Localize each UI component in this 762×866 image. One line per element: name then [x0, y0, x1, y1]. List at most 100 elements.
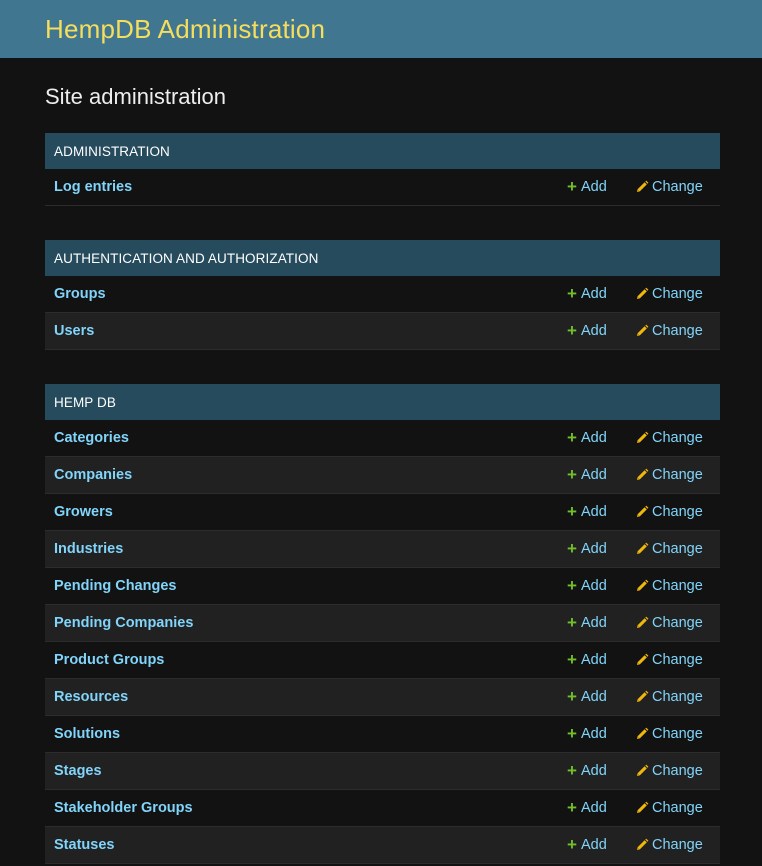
add-pending-companies-button[interactable]: + Add — [565, 613, 607, 632]
change-industries-button[interactable]: Change — [635, 541, 703, 557]
module-authentication-and-authorization: Authentication and Authorization Groups + A… — [45, 240, 720, 350]
change-product-groups-button[interactable]: Change — [635, 652, 703, 668]
change-stages-button[interactable]: Change — [635, 763, 703, 779]
model-link-stakeholder-groups[interactable]: Stakeholder Groups — [54, 800, 720, 816]
add-solutions-button[interactable]: + Add — [565, 725, 607, 742]
add-industries-button[interactable]: + Add — [565, 540, 607, 557]
change-label: Change — [652, 179, 703, 195]
model-row-pending-changes: Pending Changes + Add Change — [45, 568, 720, 605]
add-label: Add — [581, 179, 607, 195]
module-caption[interactable]: Authentication and Authorization — [45, 240, 720, 276]
add-label: Add — [581, 837, 607, 853]
module-caption[interactable]: Administration — [45, 133, 720, 169]
add-pending-changes-button[interactable]: + Add — [565, 576, 607, 595]
add-resources-button[interactable]: + Add — [565, 688, 607, 705]
change-pending-changes-button[interactable]: Change — [635, 578, 703, 594]
model-row-groups: Groups + Add Change — [45, 276, 720, 313]
change-label: Change — [652, 286, 703, 302]
model-row-resources: Resources + Add Change — [45, 679, 720, 716]
change-pending-companies-button[interactable]: Change — [635, 615, 703, 631]
change-label: Change — [652, 541, 703, 557]
model-link-pending-companies[interactable]: Pending Companies — [54, 615, 720, 631]
model-row-categories: Categories + Add Change — [45, 420, 720, 457]
pencil-icon — [635, 764, 649, 778]
change-categories-button[interactable]: Change — [635, 430, 703, 446]
model-link-product-groups[interactable]: Product Groups — [54, 652, 720, 668]
plus-icon: + — [567, 761, 577, 780]
change-stakeholder-groups-button[interactable]: Change — [635, 800, 703, 816]
model-link-stages[interactable]: Stages — [54, 763, 720, 779]
change-companies-button[interactable]: Change — [635, 467, 703, 483]
pencil-icon — [635, 653, 649, 667]
site-brand[interactable]: HempDB Administration — [45, 14, 325, 45]
add-label: Add — [581, 504, 607, 520]
add-label: Add — [581, 689, 607, 705]
change-statuses-button[interactable]: Change — [635, 837, 703, 853]
add-growers-button[interactable]: + Add — [565, 502, 607, 521]
plus-icon: + — [567, 502, 577, 521]
add-stakeholder-groups-button[interactable]: + Add — [565, 798, 607, 817]
change-label: Change — [652, 837, 703, 853]
pencil-icon — [635, 431, 649, 445]
change-label: Change — [652, 800, 703, 816]
pencil-icon — [635, 324, 649, 338]
model-row-pending-companies: Pending Companies + Add Change — [45, 605, 720, 642]
pencil-icon — [635, 468, 649, 482]
add-log-entries-button[interactable]: + Add — [565, 177, 607, 196]
model-row-stages: Stages + Add Change — [45, 753, 720, 790]
model-link-categories[interactable]: Categories — [54, 430, 720, 446]
pencil-icon — [635, 287, 649, 301]
plus-icon: + — [567, 613, 577, 632]
model-row-companies: Companies + Add Change — [45, 457, 720, 494]
model-link-pending-changes[interactable]: Pending Changes — [54, 578, 720, 594]
model-link-log-entries[interactable]: Log entries — [54, 179, 720, 195]
pencil-icon — [635, 727, 649, 741]
add-groups-button[interactable]: + Add — [565, 285, 607, 302]
model-link-resources[interactable]: Resources — [54, 689, 720, 705]
change-resources-button[interactable]: Change — [635, 689, 703, 705]
change-solutions-button[interactable]: Change — [635, 726, 703, 742]
model-link-groups[interactable]: Groups — [54, 286, 720, 302]
change-label: Change — [652, 430, 703, 446]
add-label: Add — [581, 286, 607, 302]
model-link-companies[interactable]: Companies — [54, 467, 720, 483]
model-row-log-entries: Log entries + Add Change — [45, 169, 720, 206]
model-link-users[interactable]: Users — [54, 323, 720, 339]
add-users-button[interactable]: + Add — [565, 322, 607, 339]
change-users-button[interactable]: Change — [635, 323, 703, 339]
add-stages-button[interactable]: + Add — [565, 761, 607, 780]
change-label: Change — [652, 652, 703, 668]
add-label: Add — [581, 541, 607, 557]
plus-icon: + — [567, 177, 577, 196]
add-label: Add — [581, 578, 607, 594]
app-list: Administration Log entries + Add Change Authe… — [45, 133, 720, 864]
plus-icon: + — [567, 428, 577, 447]
model-link-growers[interactable]: Growers — [54, 504, 720, 520]
model-link-solutions[interactable]: Solutions — [54, 726, 720, 742]
plus-icon: + — [567, 798, 577, 817]
add-label: Add — [581, 763, 607, 779]
model-link-statuses[interactable]: Statuses — [54, 837, 720, 853]
plus-icon: + — [567, 650, 577, 669]
add-companies-button[interactable]: + Add — [565, 466, 607, 483]
model-row-growers: Growers + Add Change — [45, 494, 720, 531]
module-caption[interactable]: Hemp DB — [45, 384, 720, 420]
model-row-stakeholder-groups: Stakeholder Groups + Add Change — [45, 790, 720, 827]
change-groups-button[interactable]: Change — [635, 286, 703, 302]
change-growers-button[interactable]: Change — [635, 504, 703, 520]
model-link-industries[interactable]: Industries — [54, 541, 720, 557]
change-label: Change — [652, 726, 703, 742]
add-product-groups-button[interactable]: + Add — [565, 650, 607, 669]
plus-icon: + — [567, 576, 577, 595]
add-categories-button[interactable]: + Add — [565, 428, 607, 447]
pencil-icon — [635, 690, 649, 704]
pencil-icon — [635, 542, 649, 556]
pencil-icon — [635, 579, 649, 593]
module-hemp-db: Hemp DB Categories + Add Change Companies + Add… — [45, 384, 720, 864]
change-log-entries-button[interactable]: Change — [635, 179, 703, 195]
pencil-icon — [635, 801, 649, 815]
change-label: Change — [652, 763, 703, 779]
module-administration: Administration Log entries + Add Change — [45, 133, 720, 206]
page-title: Site administration — [45, 84, 226, 109]
add-statuses-button[interactable]: + Add — [565, 836, 607, 853]
